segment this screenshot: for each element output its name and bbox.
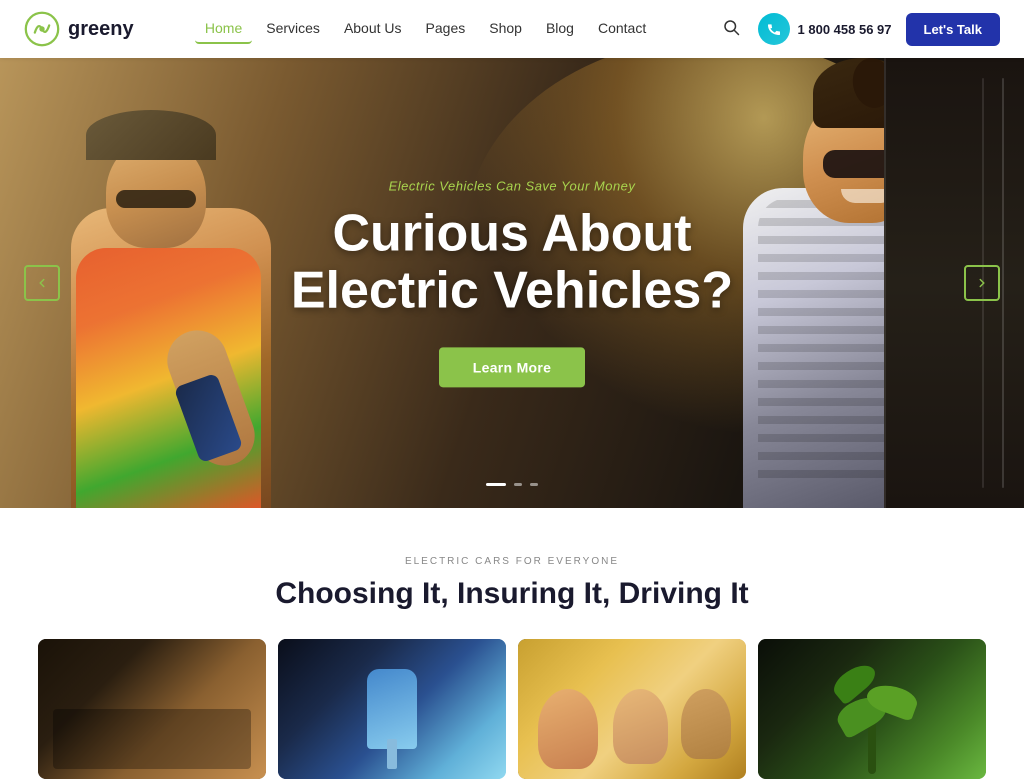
arrow-right-icon	[975, 276, 989, 290]
nav-menu: Home Services About Us Pages Shop Blog C…	[195, 20, 656, 38]
phone-icon	[766, 21, 782, 37]
learn-more-button[interactable]: Learn More	[439, 348, 585, 388]
card-1[interactable]	[38, 639, 266, 779]
hero-title-line1: Curious About	[332, 204, 691, 262]
hero-dot-3[interactable]	[530, 483, 538, 486]
lets-talk-button[interactable]: Let's Talk	[906, 13, 1000, 46]
section-title: Choosing It, Insuring It, Driving It	[24, 577, 1000, 611]
nav-item-about[interactable]: About Us	[334, 20, 412, 38]
hero-subtitle: Electric Vehicles Can Save Your Money	[212, 178, 812, 193]
logo-link[interactable]: greeny	[24, 11, 134, 47]
hero-title-line2: Electric Vehicles?	[291, 262, 733, 320]
nav-link-home[interactable]: Home	[195, 14, 252, 44]
nav-link-blog[interactable]: Blog	[536, 14, 584, 42]
hero-dot-1[interactable]	[486, 483, 506, 486]
nav-link-services[interactable]: Services	[256, 14, 330, 42]
search-icon	[722, 18, 740, 36]
hero-content: Electric Vehicles Can Save Your Money Cu…	[212, 178, 812, 387]
hero-title: Curious About Electric Vehicles?	[212, 205, 812, 319]
phone-number: 1 800 458 56 97	[798, 22, 892, 37]
logo-text: greeny	[68, 18, 134, 41]
logo-icon	[24, 11, 60, 47]
hero-arrow-left[interactable]	[24, 265, 60, 301]
nav-item-pages[interactable]: Pages	[416, 20, 476, 38]
nav-item-contact[interactable]: Contact	[588, 20, 656, 38]
hero-section: Electric Vehicles Can Save Your Money Cu…	[0, 58, 1024, 508]
nav-item-shop[interactable]: Shop	[479, 20, 532, 38]
phone-group: 1 800 458 56 97	[758, 13, 892, 45]
navbar: greeny Home Services About Us Pages Shop…	[0, 0, 1024, 58]
nav-link-shop[interactable]: Shop	[479, 14, 532, 42]
nav-item-home[interactable]: Home	[195, 20, 252, 38]
nav-link-contact[interactable]: Contact	[588, 14, 656, 42]
arrow-left-icon	[35, 276, 49, 290]
section-cards: ELECTRIC CARS FOR EVERYONE Choosing It, …	[0, 508, 1024, 779]
hero-arrow-right[interactable]	[964, 265, 1000, 301]
search-button[interactable]	[718, 14, 744, 45]
cards-row	[24, 639, 1000, 779]
hero-dot-2[interactable]	[514, 483, 522, 486]
navbar-right: 1 800 458 56 97 Let's Talk	[718, 13, 1000, 46]
nav-link-pages[interactable]: Pages	[416, 14, 476, 42]
nav-link-about[interactable]: About Us	[334, 14, 412, 42]
nav-item-blog[interactable]: Blog	[536, 20, 584, 38]
phone-avatar	[758, 13, 790, 45]
hero-dots	[486, 483, 538, 486]
nav-item-services[interactable]: Services	[256, 20, 330, 38]
card-4[interactable]	[758, 639, 986, 779]
card-2[interactable]	[278, 639, 506, 779]
section-label: ELECTRIC CARS FOR EVERYONE	[24, 556, 1000, 567]
card-3[interactable]	[518, 639, 746, 779]
